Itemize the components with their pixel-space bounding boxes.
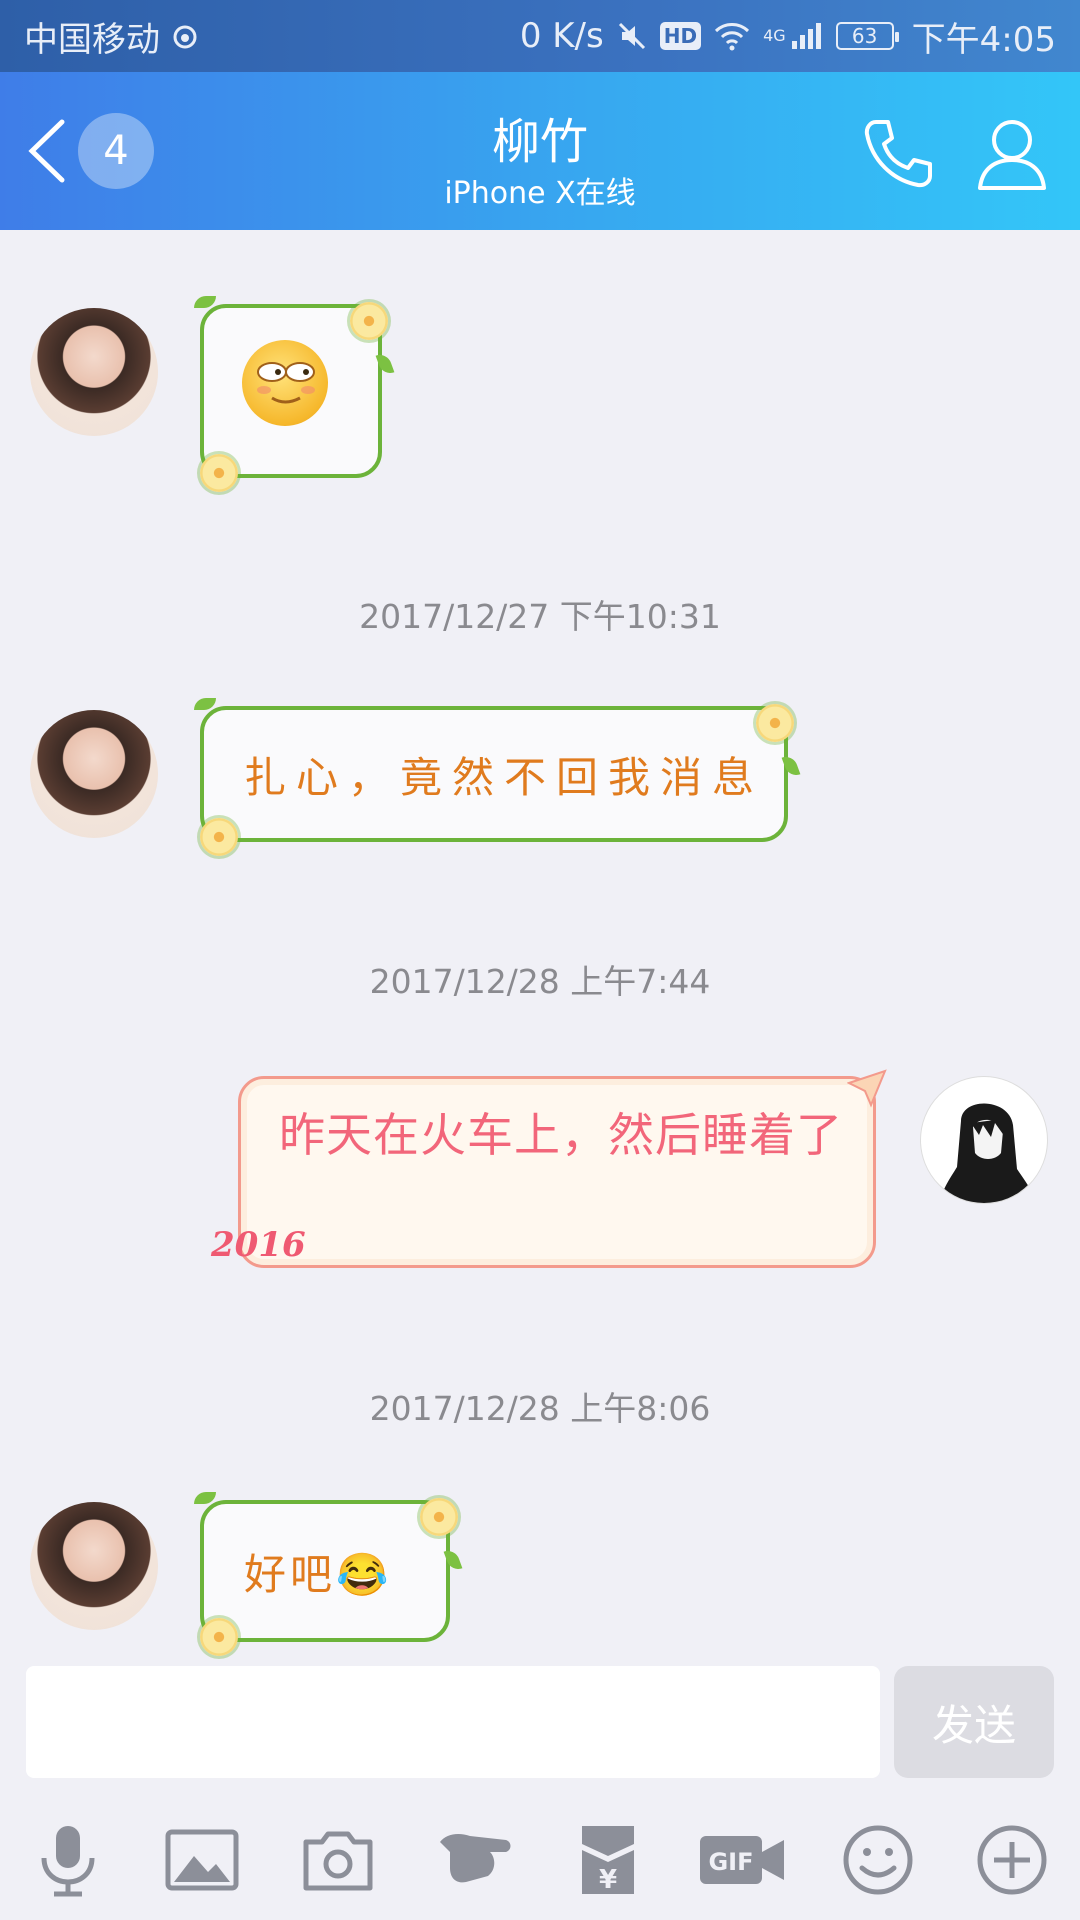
gif-button[interactable]: GIF bbox=[698, 1820, 788, 1900]
status-bar: 中国移动 0 K/s HD 4G 63 下午4:05 bbox=[0, 0, 1080, 72]
camera-icon bbox=[303, 1831, 373, 1891]
flower-decor bbox=[420, 1498, 458, 1536]
send-button[interactable]: 发送 bbox=[894, 1666, 1054, 1778]
message-list[interactable]: 2017/12/27 下午10:31 扎心，竟然不回我消息 2017/12/28… bbox=[0, 230, 1080, 1660]
composer: 发送 bbox=[0, 1660, 1080, 1790]
hooded-figure-icon bbox=[939, 1103, 1037, 1203]
leaf-decor bbox=[194, 1492, 216, 1504]
flower-decor bbox=[350, 302, 388, 340]
timestamp: 2017/12/28 上午7:44 bbox=[369, 962, 711, 1001]
paper-plane-icon bbox=[847, 1069, 887, 1108]
message-text: 昨天在火车上，然后睡着了 bbox=[279, 1108, 843, 1162]
timestamp: 2017/12/28 上午8:06 bbox=[369, 1389, 711, 1428]
contact-avatar[interactable] bbox=[30, 308, 158, 436]
message-input[interactable] bbox=[26, 1666, 880, 1778]
message-bubble-text[interactable]: 好吧😂 bbox=[194, 1492, 463, 1656]
flower-decor bbox=[200, 818, 238, 856]
wifi-icon bbox=[713, 21, 751, 51]
person-icon bbox=[978, 120, 1046, 190]
message-bubble-emoji[interactable] bbox=[194, 296, 395, 492]
plus-icon bbox=[977, 1825, 1047, 1895]
image-icon bbox=[165, 1829, 239, 1891]
mute-icon bbox=[616, 20, 648, 52]
leaf-decor bbox=[194, 296, 216, 308]
squint-face-icon bbox=[257, 362, 315, 404]
carrier-label: 中国移动 bbox=[24, 19, 160, 60]
emoji-button[interactable] bbox=[838, 1820, 918, 1900]
signal-icon bbox=[790, 21, 824, 51]
chat-header: 4 柳竹 iPhone X在线 bbox=[0, 72, 1080, 230]
timestamp: 2017/12/27 下午10:31 bbox=[359, 597, 721, 636]
voice-button[interactable] bbox=[28, 1820, 108, 1900]
my-avatar[interactable] bbox=[920, 1076, 1048, 1204]
network-type: 4G bbox=[763, 25, 786, 45]
composer-toolbar: ¥ GIF bbox=[0, 1800, 1080, 1920]
emoji-sticker bbox=[242, 340, 328, 426]
leaf-decor bbox=[375, 351, 395, 377]
emoji-icon bbox=[843, 1825, 913, 1895]
red-packet-icon: ¥ bbox=[582, 1826, 634, 1895]
flower-decor bbox=[200, 454, 238, 492]
contact-avatar[interactable] bbox=[30, 710, 158, 838]
profile-button[interactable] bbox=[972, 112, 1052, 192]
network-speed: 0 K/s bbox=[519, 16, 604, 56]
flower-decor bbox=[200, 1618, 238, 1656]
image-button[interactable] bbox=[162, 1820, 242, 1900]
gif-label: GIF bbox=[708, 1848, 753, 1876]
camera-button[interactable] bbox=[298, 1820, 378, 1900]
weibo-icon bbox=[170, 21, 200, 51]
clock: 下午4:05 bbox=[911, 19, 1056, 60]
contact-avatar[interactable] bbox=[30, 1502, 158, 1630]
year-decor: 2016 bbox=[211, 1225, 306, 1265]
red-packet-button[interactable]: ¥ bbox=[568, 1820, 648, 1900]
leaf-decor bbox=[443, 1547, 463, 1573]
message-bubble-text[interactable]: 扎心，竟然不回我消息 bbox=[194, 698, 801, 856]
phone-icon bbox=[864, 120, 932, 188]
leaf-decor bbox=[194, 698, 216, 710]
poke-button[interactable] bbox=[434, 1820, 514, 1900]
my-message-bubble[interactable]: 昨天在火车上，然后睡着了 2016 bbox=[211, 1069, 887, 1268]
call-button[interactable] bbox=[858, 114, 938, 194]
message-text: 好吧😂 bbox=[244, 1549, 393, 1599]
poke-icon bbox=[440, 1834, 511, 1883]
leaf-decor bbox=[781, 753, 801, 779]
battery-indicator: 63 bbox=[835, 22, 899, 50]
hd-badge: HD bbox=[659, 22, 702, 50]
more-button[interactable] bbox=[972, 1820, 1052, 1900]
currency-glyph: ¥ bbox=[599, 1865, 617, 1895]
message-text: 扎心，竟然不回我消息 bbox=[244, 752, 765, 802]
flower-decor bbox=[756, 704, 794, 742]
mic-icon bbox=[41, 1826, 95, 1897]
gif-icon: GIF bbox=[700, 1836, 784, 1884]
